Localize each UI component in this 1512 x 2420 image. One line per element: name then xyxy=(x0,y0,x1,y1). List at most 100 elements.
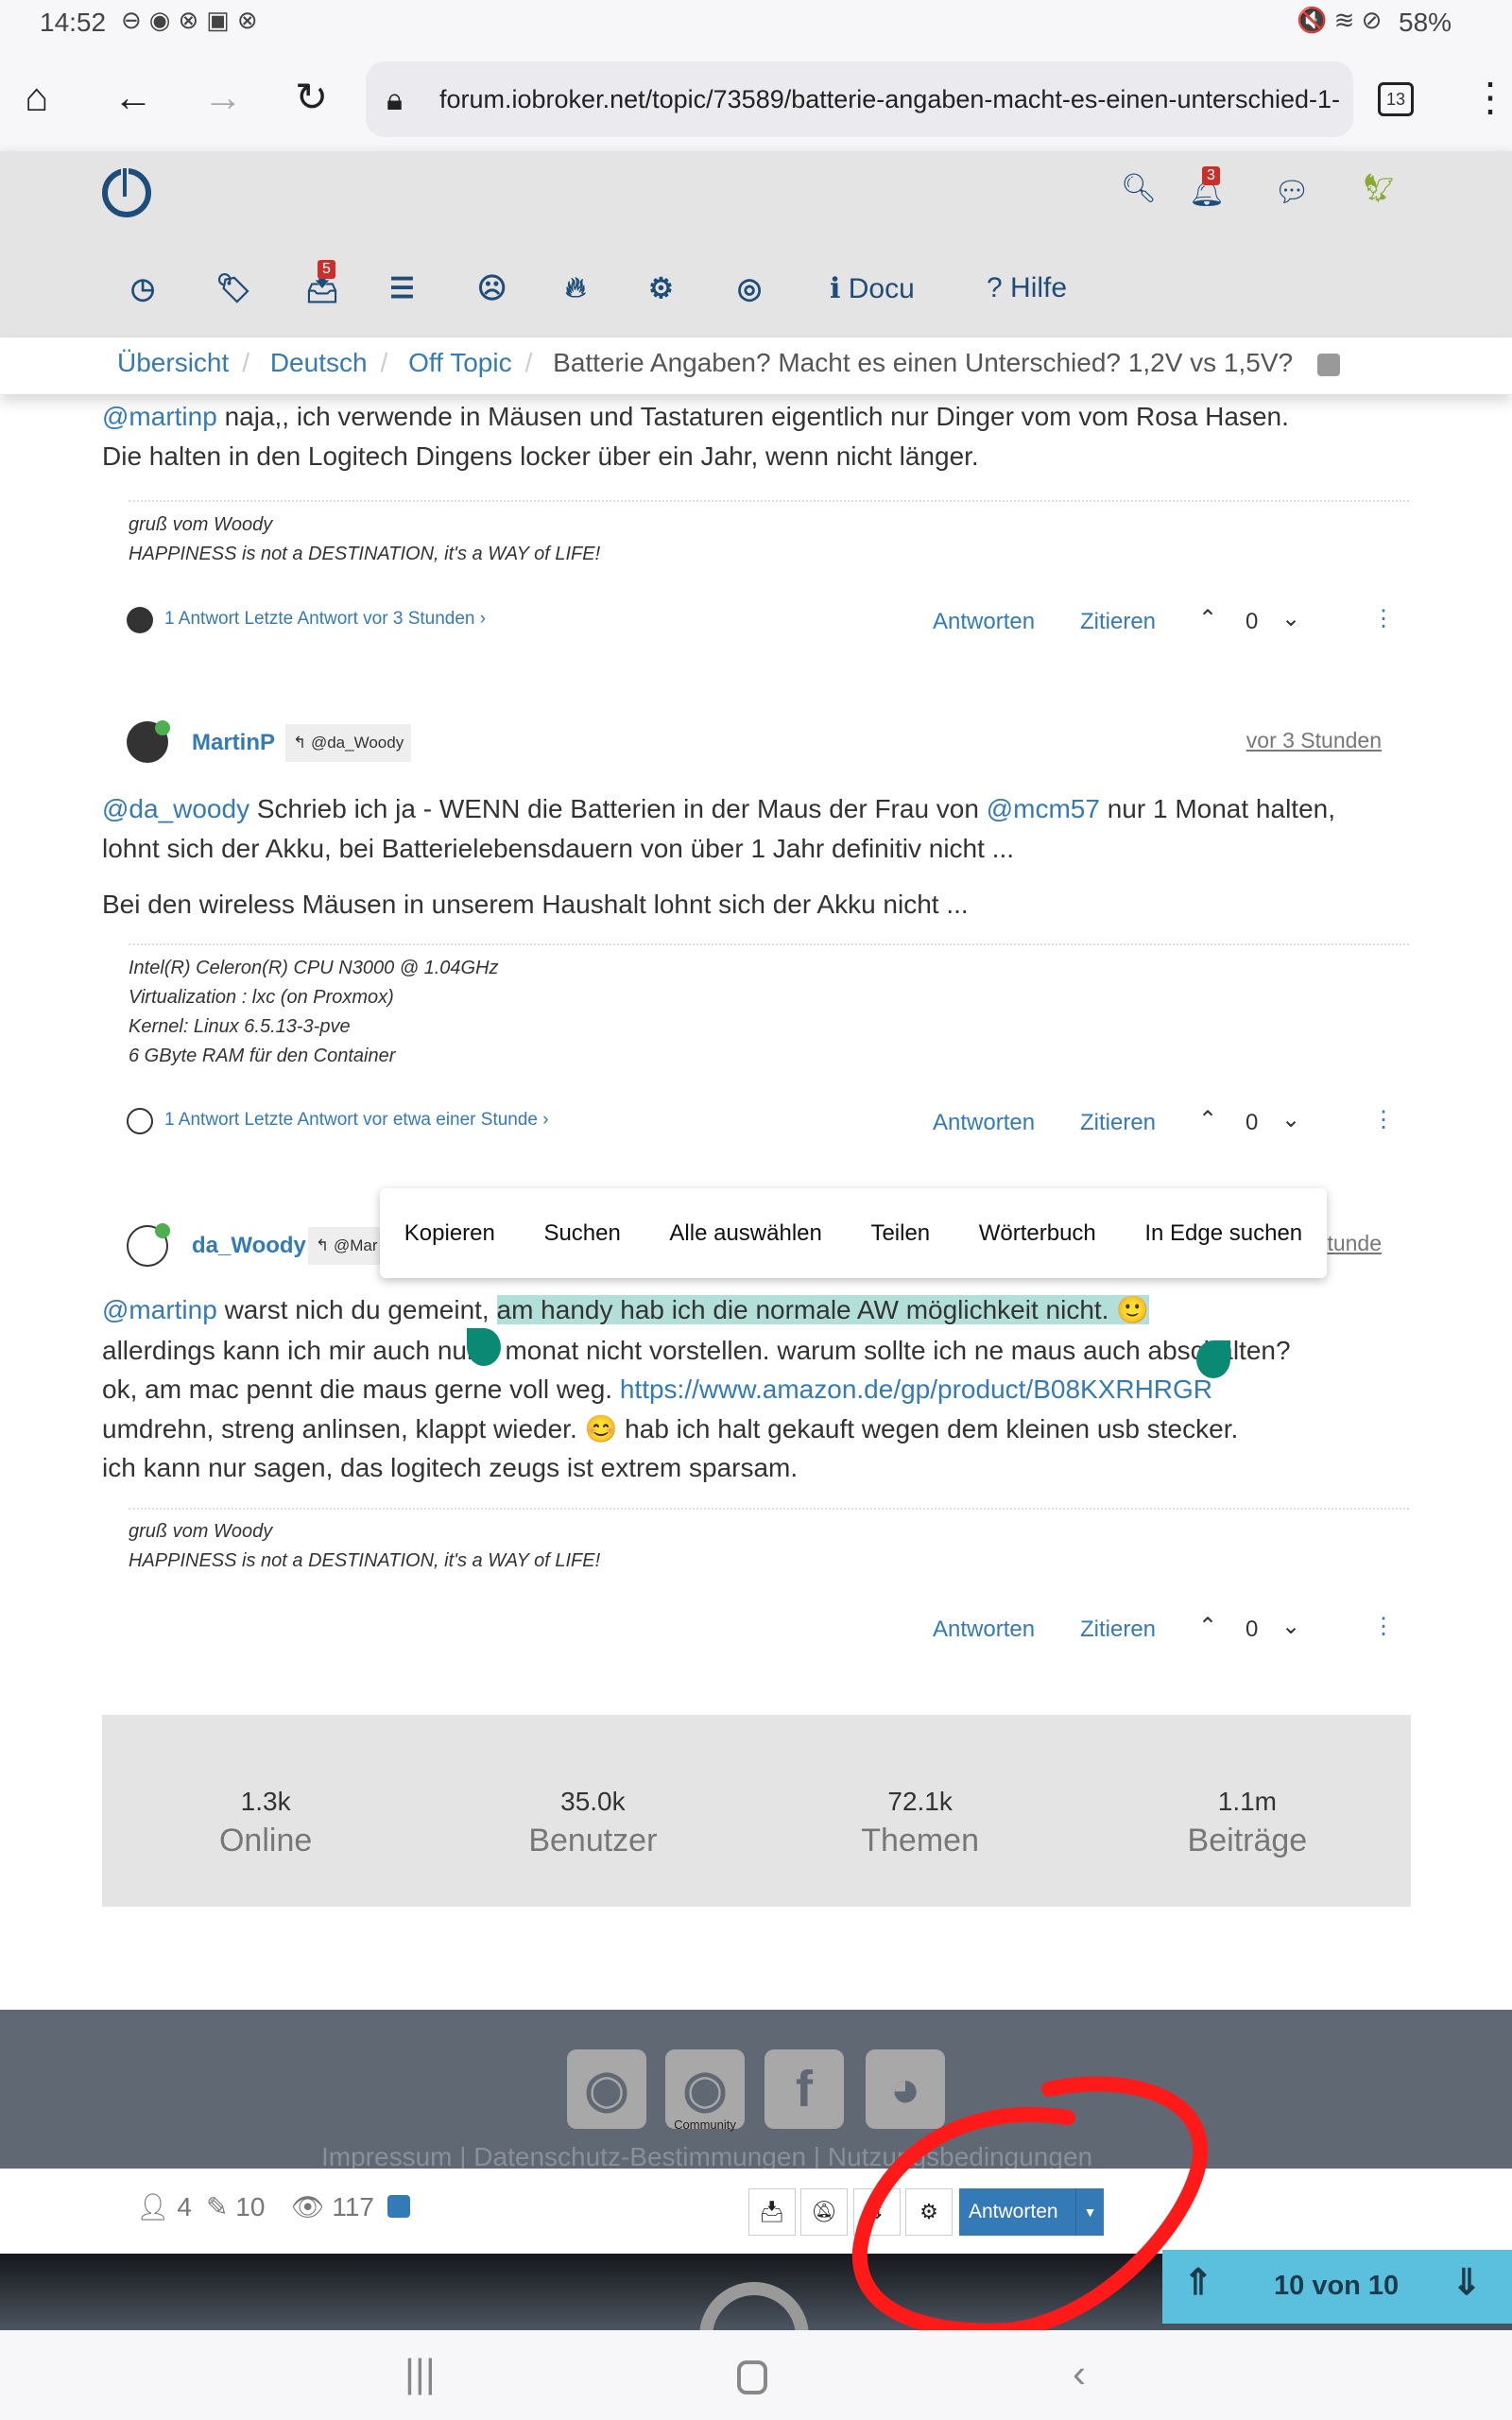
topic-bottom-bar: 👤︎ 4 ✎ 10 👁︎ 117 📥︎ 🔕︎ ⇕ ⚙ Antworten ▼ xyxy=(0,2169,1512,2254)
breadcrumb: Übersicht / Deutsch / Off Topic / Batterie … xyxy=(0,337,1512,394)
clock: 14:52 xyxy=(40,8,107,37)
vote-count: 0 xyxy=(1246,1616,1259,1642)
inbox-badge: 5 xyxy=(318,260,335,279)
forum-stats: 1.3k Online 35.0k Benutzer 72.1k Themen 1.1… xyxy=(102,1715,1411,1907)
rss-icon[interactable] xyxy=(1316,353,1340,376)
docu-link[interactable]: ℹ Docu xyxy=(830,272,915,305)
upvote-icon[interactable]: ⌃ xyxy=(1198,605,1217,632)
reply-button[interactable]: Antworten xyxy=(933,1616,1035,1643)
fire-icon[interactable]: 🔥︎ xyxy=(565,272,586,304)
breadcrumb-deutsch[interactable]: Deutsch xyxy=(270,348,368,377)
reply-button[interactable]: Antworten xyxy=(933,609,1035,635)
red-annotation-circle xyxy=(851,2076,1209,2339)
author-name[interactable]: MartinP xyxy=(192,730,275,756)
url-bar[interactable]: 🔒︎ forum.iobroker.net/topic/73589/batter… xyxy=(366,61,1353,137)
post-position: 10 von 10 xyxy=(1274,2271,1400,2301)
recents-icon[interactable]: ||| xyxy=(404,2351,436,2396)
topic-title: Batterie Angaben? Macht es einen Untersc… xyxy=(553,348,1294,377)
stat-users: 35.0k Benutzer xyxy=(528,1787,658,1858)
list-icon[interactable]: ☰ xyxy=(389,272,415,305)
text-selection-menu: Kopieren Suchen Alle auswählen Teilen Wö… xyxy=(380,1188,1327,1278)
online-indicator xyxy=(155,720,170,735)
signal-icons: 🔇 ≋ ⊘ xyxy=(1297,6,1383,34)
quote-button[interactable]: Zitieren xyxy=(1080,1110,1156,1136)
author-name[interactable]: da_Woody xyxy=(192,1233,306,1259)
breadcrumb-uebersicht[interactable]: Übersicht xyxy=(117,348,229,377)
github-icon[interactable]: ◎ xyxy=(737,272,762,305)
tabs-button[interactable]: 13 xyxy=(1378,82,1414,116)
replies-link[interactable]: 1 Antwort Letzte Antwort vor etwa einer … xyxy=(164,1110,549,1131)
frown-icon[interactable]: ☹ xyxy=(477,272,507,305)
home-icon[interactable]: ⌂ xyxy=(25,74,48,121)
menu-select-all[interactable]: Alle auswählen xyxy=(669,1220,821,1247)
upvote-icon[interactable]: ⌃ xyxy=(1198,1106,1217,1133)
downvote-icon[interactable]: ⌄ xyxy=(1281,605,1300,632)
reply-to-badge[interactable]: ↰ @da_Woody xyxy=(285,724,412,762)
vote-count: 0 xyxy=(1246,1110,1259,1135)
lock-icon: 🔒︎ xyxy=(387,82,404,116)
forum-header: 🔍︎ 🔔︎ 3 💬︎ 🦅︎ ◷ 🏷︎ 📥︎ 5 ☰ ☹ 🔥︎ ⚙ ◎ ℹ Doc… xyxy=(0,151,1512,337)
post-text: ich kann nur sagen, das logitech zeugs i… xyxy=(102,1453,799,1482)
battery-level: 58% xyxy=(1399,8,1452,37)
search-icon[interactable]: 🔍︎ xyxy=(1121,172,1157,205)
quote-button[interactable]: Zitieren xyxy=(1080,1616,1156,1643)
recent-icon[interactable]: ◷ xyxy=(130,272,155,305)
docu-label: Docu xyxy=(848,273,915,304)
replies-link[interactable]: 1 Antwort Letzte Antwort vor 3 Stunden › xyxy=(164,609,486,630)
posts-count: ✎ 10 xyxy=(206,2192,266,2221)
cogs-icon[interactable]: ⚙ xyxy=(648,272,674,305)
menu-dictionary[interactable]: Wörterbuch xyxy=(979,1220,1096,1247)
divider xyxy=(129,500,1409,502)
reply-button[interactable]: Antworten xyxy=(933,1110,1035,1136)
menu-copy[interactable]: Kopieren xyxy=(404,1220,495,1247)
divider xyxy=(129,943,1409,945)
url-text: forum.iobroker.net/topic/73589/batterie-… xyxy=(439,85,1341,113)
quote-button[interactable]: Zitieren xyxy=(1080,609,1156,635)
mention[interactable]: @martinp xyxy=(102,1295,217,1324)
chat-icon[interactable]: 💬︎ xyxy=(1274,176,1310,209)
downvote-icon[interactable]: ⌄ xyxy=(1281,1106,1300,1133)
upvote-icon[interactable]: ⌃ xyxy=(1198,1613,1217,1640)
vote-count: 0 xyxy=(1246,609,1259,634)
back-nav-icon[interactable]: ‹ xyxy=(1073,2351,1086,2396)
footer: ◉ ◉ Community f ◕ Impressum | Datenschutz… xyxy=(0,2010,1512,2169)
menu-icon[interactable]: ⋮ xyxy=(1470,74,1510,121)
post-text: lohnt sich der Akku, bei Batterielebensd… xyxy=(102,834,1015,863)
iobroker-logo[interactable] xyxy=(102,166,151,217)
tags-icon[interactable]: 🏷︎ xyxy=(215,272,251,305)
menu-edge-search[interactable]: In Edge suchen xyxy=(1144,1220,1302,1247)
github-community-icon[interactable]: ◉ Community xyxy=(665,2049,745,2132)
selection-handle-start[interactable] xyxy=(467,1328,501,1366)
breadcrumb-off-topic[interactable]: Off Topic xyxy=(408,348,511,377)
mention[interactable]: @da_woody xyxy=(102,794,249,823)
post-menu-icon[interactable]: ⋮ xyxy=(1372,605,1395,632)
stat-posts: 1.1m Beiträge xyxy=(1187,1787,1308,1858)
mention[interactable]: @martinp xyxy=(102,402,217,431)
post-time[interactable]: tunde xyxy=(1327,1231,1382,1256)
stat-online: 1.3k Online xyxy=(218,1787,313,1858)
amazon-link[interactable]: https://www.amazon.de/gp/product/B08KXRH… xyxy=(620,1374,1212,1404)
back-icon[interactable]: ← xyxy=(113,74,153,121)
post-text: Die halten in den Logitech Dingens locke… xyxy=(102,441,979,471)
home-nav-icon[interactable] xyxy=(737,2360,767,2394)
signature-line: gruß vom Woody xyxy=(129,514,273,535)
downvote-icon[interactable]: ⌄ xyxy=(1281,1613,1300,1640)
last-post-icon[interactable]: ⇓ xyxy=(1452,2261,1482,2304)
signature-line: Kernel: Linux 6.5.13-3-pve xyxy=(129,1016,351,1037)
menu-search[interactable]: Suchen xyxy=(543,1220,620,1247)
rss-icon[interactable] xyxy=(387,2195,410,2218)
post-time[interactable]: vor 3 Stunden xyxy=(1246,728,1382,753)
github-icon[interactable]: ◉ xyxy=(567,2049,646,2129)
user-avatar[interactable]: 🦅︎ xyxy=(1361,172,1397,205)
reload-icon[interactable]: ↻ xyxy=(295,74,328,121)
hilfe-link[interactable]: ? Hilfe xyxy=(987,272,1067,304)
inbox-button[interactable]: 📥︎ xyxy=(748,2188,796,2236)
android-nav-bar: ||| ‹ xyxy=(0,2330,1512,2420)
reply-to-badge[interactable]: ↰ @Mar xyxy=(308,1227,384,1265)
menu-share[interactable]: Teilen xyxy=(870,1220,930,1247)
post-menu-icon[interactable]: ⋮ xyxy=(1372,1613,1395,1640)
selected-text[interactable]: am handy hab ich die normale AW möglichk… xyxy=(496,1295,1117,1324)
post-menu-icon[interactable]: ⋮ xyxy=(1372,1106,1395,1133)
forward-icon[interactable]: → xyxy=(203,74,243,121)
mention[interactable]: @mcm57 xyxy=(987,794,1100,823)
